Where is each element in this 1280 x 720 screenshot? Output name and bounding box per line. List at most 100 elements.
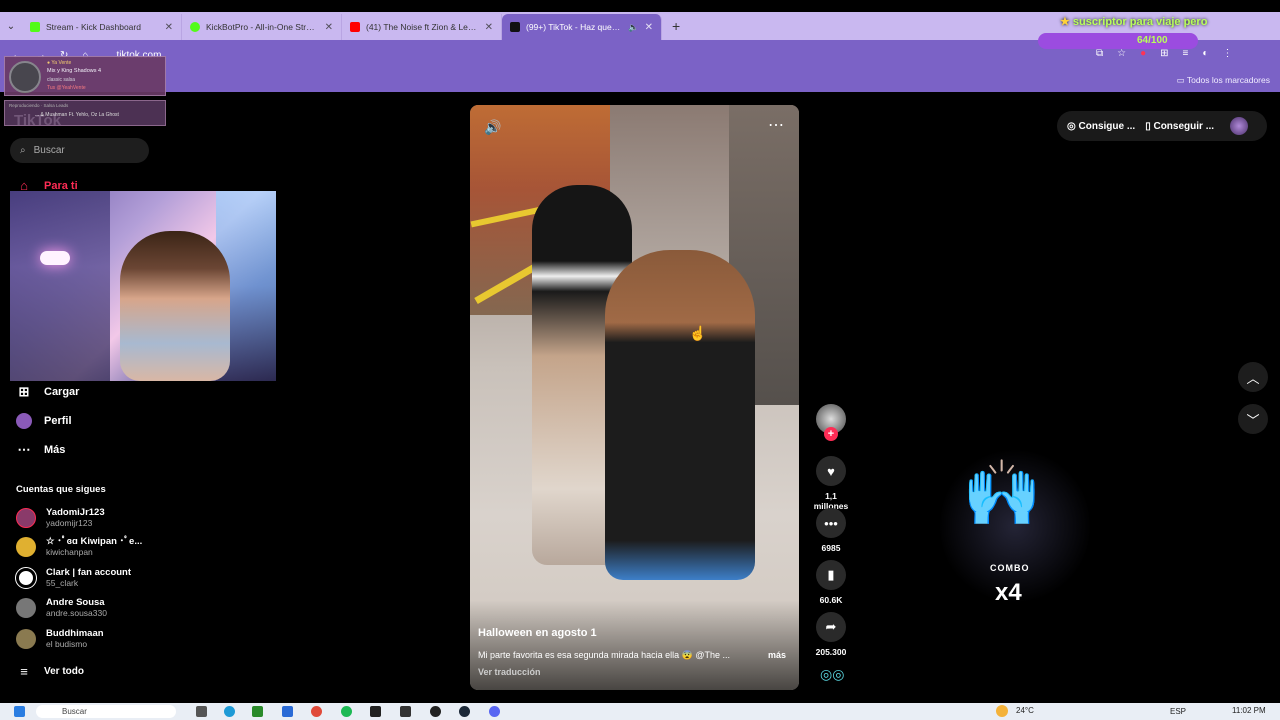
- following-item[interactable]: Andre Sousa andre.sousa330: [16, 597, 107, 618]
- speaker-icon[interactable]: 🔈: [628, 22, 639, 33]
- taskbar-search[interactable]: Buscar: [36, 705, 176, 718]
- tab-tiktok[interactable]: (99+) TikTok - Haz que tu d... 🔈 ✕: [502, 14, 662, 40]
- chevron-down-icon: ﹀: [1246, 412, 1260, 428]
- following-handle: kiwichanpan: [46, 547, 93, 557]
- get-coins-button[interactable]: ◎ Consigue ...: [1067, 121, 1135, 132]
- combo-count: x4: [995, 579, 1022, 606]
- coin-icon: ◎: [1067, 120, 1079, 132]
- profile-avatar-icon: [16, 413, 32, 429]
- subscriber-goal-text: ★ suscriptor para viaje pero: [1060, 16, 1208, 28]
- steam-icon[interactable]: [459, 706, 470, 717]
- webcam-shelf: [10, 191, 110, 381]
- save-button[interactable]: ▮ 60.6K: [811, 560, 851, 605]
- following-item[interactable]: YadomiJr123 yadomijr123: [16, 507, 105, 528]
- tiktok-icon: [510, 22, 520, 32]
- tab-kickbotpro[interactable]: KickBotPro - All-in-One Stream... ✕: [182, 14, 342, 40]
- tab-youtube[interactable]: (41) The Noise ft Zion & Lennox ... ✕: [342, 14, 502, 40]
- new-tab-button[interactable]: +: [662, 18, 690, 34]
- now-playing-widget-2: Reproduciendo · Salsa Leads ... & Mushma…: [4, 100, 166, 126]
- weather-icon[interactable]: [996, 705, 1008, 717]
- xbox-icon[interactable]: [252, 706, 263, 717]
- nav-upload[interactable]: ⊞ Cargar: [16, 384, 80, 400]
- spotify-icon[interactable]: [341, 706, 352, 717]
- tab-kick-dashboard[interactable]: Stream - Kick Dashboard ✕: [22, 14, 182, 40]
- following-name: YadomiJr123: [46, 507, 105, 518]
- app-icon[interactable]: [430, 706, 441, 717]
- following-title: Cuentas que sigues: [16, 484, 106, 495]
- video-player[interactable]: 🔊 ⋯ ☝ Halloween en agosto 1 Mi parte fav…: [470, 105, 799, 690]
- like-button[interactable]: ♥ 1,1 millones: [811, 456, 851, 511]
- edge-icon[interactable]: [224, 706, 235, 717]
- following-item[interactable]: ☆ ･ﾟɞɑ Kiwipan ･ﾟe... kiwichanpan: [16, 536, 142, 557]
- top-actions: ◎ Consigue ... ▯ Conseguir ...: [1057, 111, 1267, 141]
- star-icon: ★: [1060, 16, 1073, 28]
- webcam-person: [120, 231, 230, 381]
- combo-label: COMBO: [990, 563, 1030, 573]
- comment-button[interactable]: ••• 6985: [811, 508, 851, 553]
- app-icon[interactable]: [370, 706, 381, 717]
- language-indicator[interactable]: ESP: [1170, 707, 1186, 716]
- search-placeholder: Buscar: [33, 145, 65, 156]
- nav-profile[interactable]: Perfil: [16, 413, 72, 429]
- comment-count: 6985: [821, 543, 841, 553]
- tab-search-dropdown[interactable]: ⌄: [0, 21, 22, 32]
- all-bookmarks[interactable]: ▭ Todos los marcadores: [1177, 75, 1270, 86]
- pause-icon: [9, 61, 41, 93]
- see-all-link[interactable]: ≡ Ver todo: [16, 664, 84, 679]
- user-avatar[interactable]: [1230, 117, 1249, 135]
- tiktok-page: TikTok ⌕ Buscar ⌂ Para ti ⊞ Cargar Perfi…: [0, 94, 1280, 700]
- task-view-icon[interactable]: [196, 706, 207, 717]
- clock[interactable]: 11:02 PM: [1232, 706, 1266, 715]
- close-icon[interactable]: ✕: [325, 22, 333, 33]
- more-options-icon[interactable]: ⋯: [768, 115, 785, 135]
- get-app-button[interactable]: ▯ Conseguir ...: [1145, 121, 1214, 132]
- discord-icon[interactable]: [489, 706, 500, 717]
- reading-list-icon[interactable]: ≡: [1183, 48, 1189, 59]
- bookmarks-bar: ▭ Todos los marcadores: [0, 70, 1280, 92]
- previous-video-button[interactable]: ︿: [1238, 362, 1268, 392]
- nav-more[interactable]: ⋯ Más: [16, 442, 66, 458]
- following-item[interactable]: Buddhimaan el budismo: [16, 628, 104, 649]
- now-playing-line: classic salsa: [47, 77, 76, 83]
- clapping-hands-icon: 🙌: [962, 457, 1042, 529]
- folder-icon: ▭: [1176, 75, 1187, 85]
- menu-icon[interactable]: ⋮: [1222, 48, 1232, 59]
- heart-icon: ♥: [816, 456, 846, 486]
- now-playing-widget: ● Ya Vente Mix y King Shadows 4 classic …: [4, 56, 166, 96]
- avatar: [16, 507, 36, 528]
- share-button[interactable]: ➦ 205.300: [811, 612, 851, 657]
- subscriber-goal-progress: 64/100: [1137, 35, 1168, 46]
- share-count: 205.300: [815, 647, 847, 657]
- windows-start-icon[interactable]: [14, 706, 25, 717]
- follow-plus-icon[interactable]: +: [824, 427, 838, 441]
- next-video-button[interactable]: ﹀: [1238, 404, 1268, 434]
- translate-link[interactable]: Ver traducción: [478, 667, 541, 677]
- hand-cursor-icon: ☝: [689, 325, 707, 341]
- extension-icon[interactable]: ●: [1140, 48, 1146, 59]
- avatar: [16, 536, 36, 557]
- now-playing-line: Reproduciendo · Salsa Leads: [9, 103, 69, 108]
- now-playing-line: Tus @YeahVente: [47, 85, 86, 91]
- search-input[interactable]: ⌕ Buscar: [10, 138, 149, 163]
- video-scene-child: [605, 250, 755, 580]
- music-disc-icon[interactable]: ◎◎: [820, 666, 844, 683]
- puzzle-icon[interactable]: ⊞: [1160, 48, 1168, 59]
- tab-title: Stream - Kick Dashboard: [46, 22, 141, 32]
- close-icon[interactable]: ✕: [645, 22, 653, 33]
- volume-icon[interactable]: 🔊: [484, 119, 501, 136]
- following-name: Andre Sousa: [46, 597, 105, 608]
- more-link[interactable]: más: [768, 650, 786, 660]
- profile-icon[interactable]: ◐: [1202, 48, 1208, 59]
- mail-icon[interactable]: [282, 706, 293, 717]
- translate-icon[interactable]: ⧉: [1096, 48, 1103, 59]
- chrome-icon[interactable]: [311, 706, 322, 717]
- more-icon: ⋯: [17, 442, 31, 457]
- tab-title: (41) The Noise ft Zion & Lennox ...: [366, 22, 479, 32]
- following-item[interactable]: Clark | fan account 55_clark: [15, 566, 131, 589]
- subscriber-goal-bar: [1038, 33, 1198, 49]
- close-icon[interactable]: ✕: [165, 22, 173, 33]
- avatar: [16, 597, 36, 618]
- star-icon[interactable]: ☆: [1117, 48, 1126, 59]
- app-icon[interactable]: [400, 706, 411, 717]
- close-icon[interactable]: ✕: [485, 22, 493, 33]
